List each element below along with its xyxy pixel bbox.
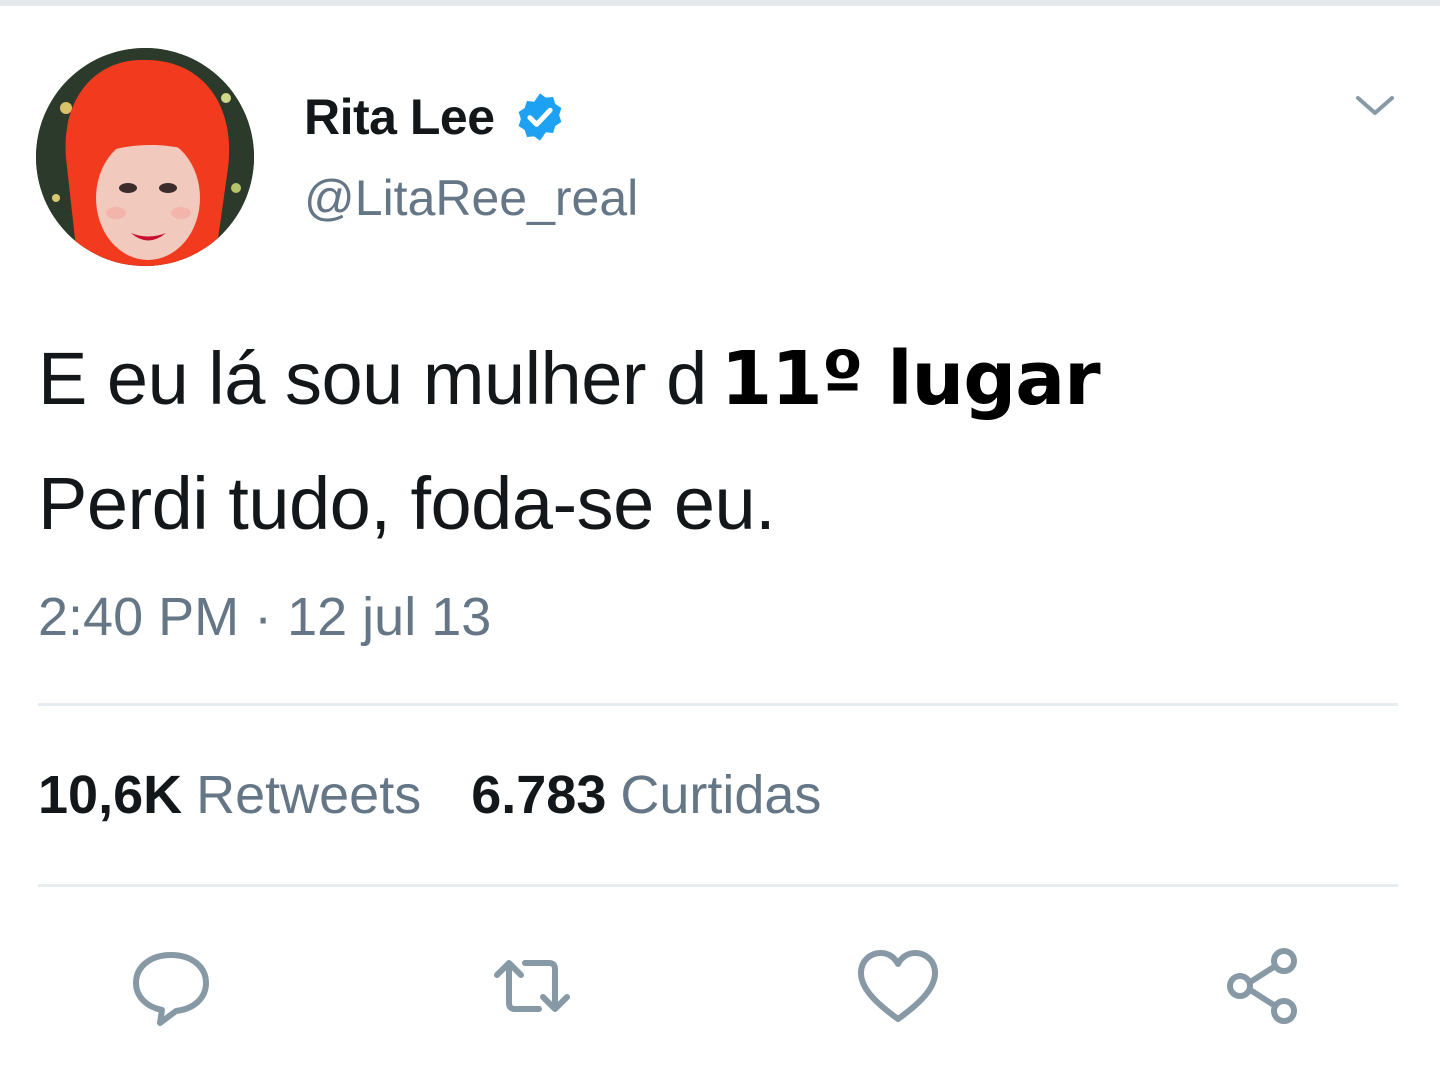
share-icon — [1227, 948, 1297, 1024]
tweet-text-line-1: E eu lá sou mulher d 11º lugar — [38, 336, 1101, 422]
heart-icon — [858, 950, 938, 1022]
tweet-text-overlay: 11º lugar — [720, 336, 1101, 422]
likes-count[interactable]: 6.783 — [471, 764, 606, 826]
retweet-button[interactable] — [487, 941, 577, 1031]
tweet-text-line-2: Perdi tudo, foda-se eu. — [38, 462, 776, 545]
divider — [38, 703, 1398, 706]
reply-button[interactable] — [126, 941, 216, 1031]
reply-bubble-icon — [133, 952, 209, 1026]
display-name[interactable]: Rita Lee — [304, 88, 495, 146]
tweet-card: Rita Lee @LitaRee_real E eu lá sou mulhe… — [0, 0, 1440, 1080]
like-button[interactable] — [853, 941, 943, 1031]
avatar[interactable] — [36, 48, 254, 266]
divider — [38, 884, 1398, 887]
retweets-label[interactable]: Retweets — [196, 764, 421, 826]
tweet-text-original: E eu lá sou mulher d — [38, 337, 707, 420]
retweet-arrows-icon — [494, 960, 570, 1012]
verified-badge-icon — [518, 93, 561, 141]
chevron-down-icon[interactable] — [1352, 90, 1398, 120]
name-row: Rita Lee — [304, 88, 567, 146]
retweets-count[interactable]: 10,6K — [38, 764, 182, 826]
tweet-timestamp[interactable]: 2:40 PM · 12 jul 13 — [38, 586, 491, 648]
share-button[interactable] — [1218, 941, 1308, 1031]
avatar-image — [36, 48, 254, 266]
likes-label[interactable]: Curtidas — [620, 764, 821, 826]
tweet-stats: 10,6K Retweets 6.783 Curtidas — [38, 764, 821, 826]
user-handle[interactable]: @LitaRee_real — [304, 169, 638, 227]
